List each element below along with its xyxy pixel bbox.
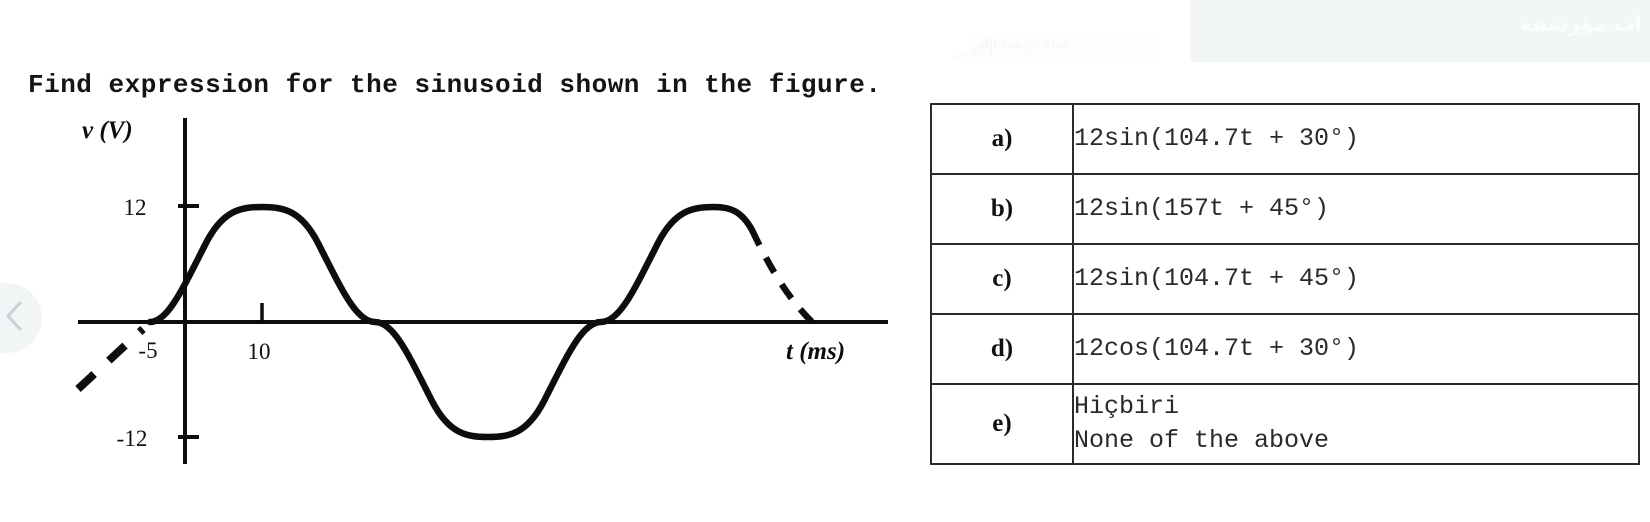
option-value-a: 12sin(104.7t + 30°) <box>1072 103 1640 175</box>
option-key-d: d) <box>930 313 1074 385</box>
option-value-e: Hiçbiri None of the above <box>1072 383 1640 465</box>
sinusoid-figure: v (V) t (ms) 12 -12 -5 10 <box>0 96 920 496</box>
top-banner: ات مؤرشفة تمام ان شاء الله ٦:٠٦ ص <box>0 0 1650 63</box>
y-tick-label-12: 12 <box>124 195 147 220</box>
option-value-c: 12sin(104.7t + 45°) <box>1072 243 1640 315</box>
table-row[interactable]: c) 12sin(104.7t + 45°) <box>930 243 1640 315</box>
chat-bubble-timestamp: ٦:٠٦ ص <box>955 46 994 59</box>
option-value-b: 12sin(157t + 45°) <box>1072 173 1640 245</box>
x-tick-label-minus-5: -5 <box>138 338 157 363</box>
x-tick-label-10: 10 <box>248 339 271 364</box>
answer-options-body: a) 12sin(104.7t + 30°) b) 12sin(157t + 4… <box>930 103 1640 465</box>
option-key-e: e) <box>930 383 1074 465</box>
sinusoid-chart: v (V) t (ms) 12 -12 -5 10 <box>75 117 888 464</box>
option-value-d: 12cos(104.7t + 30°) <box>1072 313 1640 385</box>
sinusoid-dashed-lead <box>75 326 146 392</box>
y-axis-label: v (V) <box>82 117 133 144</box>
table-row[interactable]: a) 12sin(104.7t + 30°) <box>930 103 1640 175</box>
answer-options-table: a) 12sin(104.7t + 30°) b) 12sin(157t + 4… <box>930 103 1640 465</box>
sinusoid-dashed-tail <box>749 228 815 325</box>
option-key-b: b) <box>930 173 1074 245</box>
table-row[interactable]: e) Hiçbiri None of the above <box>930 383 1640 465</box>
option-key-c: c) <box>930 243 1074 315</box>
option-key-a: a) <box>930 103 1074 175</box>
y-tick-label-minus-12: -12 <box>117 426 148 451</box>
table-row[interactable]: b) 12sin(157t + 45°) <box>930 173 1640 245</box>
table-row[interactable]: d) 12cos(104.7t + 30°) <box>930 313 1640 385</box>
x-axis-label: t (ms) <box>786 338 845 365</box>
archived-chats-label: ات مؤرشفة <box>1519 12 1642 36</box>
